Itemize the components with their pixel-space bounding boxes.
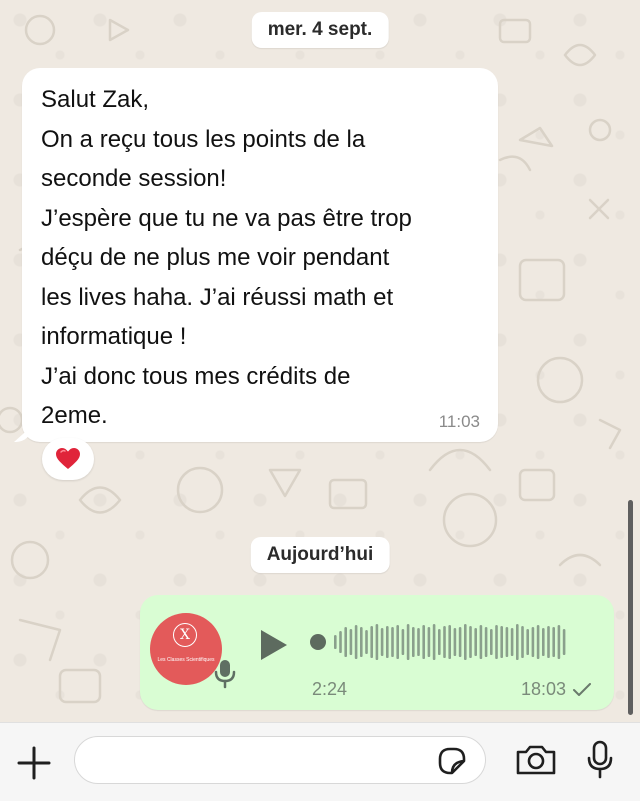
camera-icon[interactable] (514, 743, 558, 777)
waveform-bar (432, 624, 436, 660)
voice-waveform[interactable] (308, 621, 568, 663)
waveform-bar (500, 626, 503, 658)
waveform-bar (495, 625, 498, 659)
message-meta: 18:03 (521, 679, 592, 700)
message-composer (0, 722, 640, 801)
waveform-bar (490, 629, 493, 655)
avatar-logo-letter: X (173, 623, 197, 647)
waveform-bar (557, 625, 561, 659)
waveform-bar (516, 624, 519, 660)
scrollbar[interactable] (628, 500, 633, 715)
waveform-bar (370, 626, 373, 658)
waveform-bar (360, 627, 363, 657)
waveform-bar (510, 628, 514, 656)
waveform-bar (536, 625, 540, 659)
waveform-bar (334, 635, 337, 649)
waveform-bar (526, 629, 529, 655)
waveform-bar (443, 626, 446, 658)
add-attachment-icon[interactable] (16, 745, 52, 781)
play-icon[interactable] (258, 628, 290, 662)
waveform-bar (412, 627, 415, 657)
waveform-bar (464, 624, 467, 660)
incoming-message-bubble[interactable]: Salut Zak, On a reçu tous les points de … (22, 68, 498, 442)
voice-duration: 2:24 (312, 679, 348, 699)
waveform-bar (401, 629, 405, 655)
message-timestamp: 11:03 (438, 412, 480, 431)
waveform-bar (391, 627, 394, 657)
waveform-bar (552, 627, 555, 657)
message-text-line: Salut Zak, (41, 86, 150, 113)
message-text-line: J’ai donc tous mes crédits de (41, 362, 351, 390)
waveform-bar (542, 628, 545, 656)
message-text-line: seconde session! (41, 165, 227, 192)
waveform-bar (547, 626, 550, 658)
waveform-bar (344, 627, 347, 657)
waveform-bar (453, 628, 457, 656)
waveform-bar (427, 627, 431, 657)
waveform-bar (386, 626, 389, 658)
message-text-line: déçu de ne plus me voir pendant (41, 244, 390, 271)
sticker-icon[interactable] (436, 745, 468, 777)
heart-reaction-icon (56, 448, 80, 469)
waveform-bar (469, 626, 472, 658)
waveform-bar (484, 627, 488, 657)
waveform-bar (505, 627, 509, 657)
waveform-bar (365, 630, 368, 654)
waveform-bar (479, 625, 483, 659)
date-separator: Aujourd’hui (250, 537, 390, 573)
waveform-bar (396, 625, 399, 659)
avatar-caption: Les Classes Scientifiques (157, 657, 215, 663)
waveform-bar (531, 627, 535, 657)
waveform-bar (380, 628, 384, 656)
waveform-bar (406, 624, 410, 660)
waveform-bar (521, 626, 524, 658)
waveform-bar (354, 625, 358, 659)
chat-background: mer. 4 sept. Salut Zak, On a reçu tous l… (0, 0, 640, 722)
message-text-line: J’espère que tu ne va pas être trop (41, 204, 412, 232)
message-reaction[interactable] (42, 438, 94, 480)
waveform-bar (474, 628, 477, 656)
waveform-bar (448, 625, 451, 659)
message-text-line: On a reçu tous les points de la (41, 125, 366, 153)
waveform-bar (417, 628, 420, 656)
double-check-icon (573, 682, 591, 696)
mic-icon[interactable] (586, 740, 614, 780)
playhead-dot[interactable] (310, 634, 326, 650)
message-input[interactable] (74, 736, 486, 784)
outgoing-voice-message[interactable]: X Les Classes Scientifiques 2:24 18:03 (140, 595, 614, 710)
waveform-bar (349, 629, 353, 655)
message-text-line: les lives haha. J’ai réussi math et (41, 283, 394, 311)
message-timestamp: 18:03 (520, 679, 566, 699)
avatar: X Les Classes Scientifiques (150, 613, 236, 689)
waveform-bar (458, 627, 462, 657)
message-text-line: informatique ! (41, 323, 187, 350)
waveform-bar (438, 629, 441, 655)
waveform-bar (375, 624, 379, 660)
waveform-bar (562, 629, 566, 655)
message-text-line: 2eme. (41, 402, 108, 429)
mic-icon (214, 660, 236, 689)
waveform-bar (339, 631, 342, 653)
waveform-bar (422, 625, 425, 659)
date-separator: mer. 4 sept. (251, 12, 389, 48)
